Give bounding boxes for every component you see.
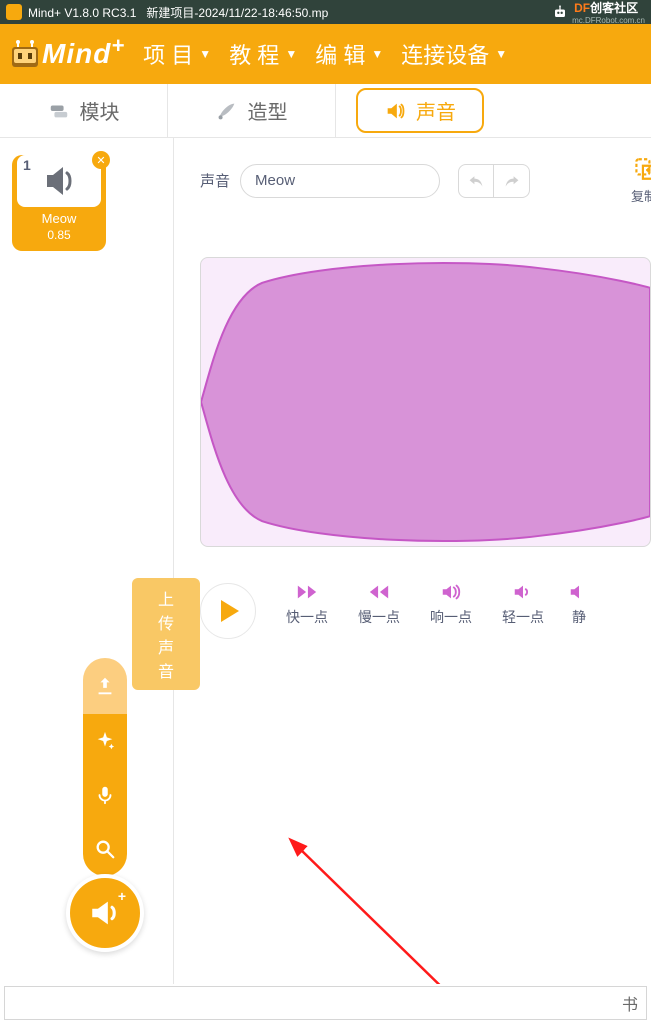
annotation-arrow xyxy=(244,788,524,984)
menu-connect[interactable]: 连接设备 ▼ xyxy=(395,34,513,74)
play-icon xyxy=(221,600,239,622)
upload-sound-button[interactable] xyxy=(83,658,127,714)
status-bar: 书 xyxy=(4,986,647,1020)
logo-icon xyxy=(8,37,42,71)
tab-sounds[interactable]: 声音 xyxy=(336,84,504,137)
softer-label: 轻一点 xyxy=(502,607,544,627)
app-title: Mind+ V1.8.0 RC3.1 新建项目-2024/11/22-18:46… xyxy=(28,4,328,21)
mute-icon xyxy=(568,583,590,601)
editor-tabs: 模块 造型 声音 xyxy=(0,84,651,138)
menu-tutorial[interactable]: 教 程 ▼ xyxy=(223,34,303,74)
faster-button[interactable]: 快一点 xyxy=(286,583,328,627)
play-button[interactable] xyxy=(200,583,256,639)
volume-up-icon xyxy=(440,583,462,601)
caret-down-icon: ▼ xyxy=(199,47,211,61)
menu-project-label: 项 目 xyxy=(143,38,193,70)
faster-label: 快一点 xyxy=(286,607,328,627)
sound-icon xyxy=(384,100,406,122)
undo-button[interactable] xyxy=(458,164,494,198)
sound-name-input[interactable] xyxy=(240,164,440,198)
tab-costumes[interactable]: 造型 xyxy=(168,84,336,137)
robot-icon xyxy=(550,5,570,19)
caret-down-icon: ▼ xyxy=(285,47,297,61)
volume-down-icon xyxy=(512,583,534,601)
sound-thumbnail: 1 xyxy=(17,155,101,207)
surprise-sound-button[interactable] xyxy=(83,714,127,768)
copy-label: 复制 xyxy=(631,186,651,205)
louder-button[interactable]: 响一点 xyxy=(430,583,472,627)
delete-sound-button[interactable]: ✕ xyxy=(92,151,110,169)
fast-forward-icon xyxy=(296,583,318,601)
search-icon xyxy=(94,838,116,860)
slower-button[interactable]: 慢一点 xyxy=(358,583,400,627)
playback-row: 快一点 慢一点 响一点 轻一点 xyxy=(200,583,651,639)
menu-tutorial-label: 教 程 xyxy=(229,38,279,70)
brand-sub: mc.DFRobot.com.cn xyxy=(572,16,645,25)
record-sound-button[interactable] xyxy=(83,768,127,822)
slower-label: 慢一点 xyxy=(358,607,400,627)
sound-duration: 0.85 xyxy=(12,228,106,242)
tab-costumes-label: 造型 xyxy=(248,96,288,125)
menu-bar: Mind + 项 目 ▼ 教 程 ▼ 编 辑 ▼ 连接设备 ▼ xyxy=(0,24,651,84)
blocks-icon xyxy=(48,100,70,122)
redo-button[interactable] xyxy=(494,164,530,198)
undo-icon xyxy=(466,173,486,189)
logo[interactable]: Mind + xyxy=(8,37,125,71)
softer-button[interactable]: 轻一点 xyxy=(502,583,544,627)
search-sound-button[interactable] xyxy=(83,822,127,876)
sound-index: 1 xyxy=(23,157,31,173)
mute-label: 静 xyxy=(572,607,586,627)
app-icon xyxy=(6,4,22,20)
menu-project[interactable]: 项 目 ▼ xyxy=(137,34,217,74)
microphone-icon xyxy=(94,784,116,806)
mute-button[interactable]: 静 xyxy=(568,583,590,627)
caret-down-icon: ▼ xyxy=(495,47,507,61)
tab-blocks[interactable]: 模块 xyxy=(0,84,168,137)
sound-header: 声音 复制 xyxy=(200,156,651,205)
rewind-icon xyxy=(368,583,390,601)
waveform-canvas[interactable] xyxy=(200,257,651,547)
add-sound-fab[interactable]: + xyxy=(66,874,144,952)
menu-edit-label: 编 辑 xyxy=(315,38,365,70)
sparkle-icon xyxy=(94,730,116,752)
sound-card[interactable]: 1 ✕ Meow 0.85 xyxy=(12,155,106,251)
main-area: 1 ✕ Meow 0.85 xyxy=(0,138,651,984)
plus-icon: + xyxy=(118,888,126,904)
tab-sounds-label: 声音 xyxy=(416,96,456,125)
sound-list-pane: 1 ✕ Meow 0.85 xyxy=(0,138,174,984)
copy-tool[interactable]: 复制 xyxy=(631,156,651,205)
brand-prefix: DF xyxy=(574,1,590,15)
upload-tooltip-label: 上传声音 xyxy=(158,592,174,681)
tab-blocks-label: 模块 xyxy=(80,96,120,125)
status-text: 书 xyxy=(622,991,638,1015)
louder-label: 响一点 xyxy=(430,607,472,627)
upload-icon xyxy=(94,675,116,697)
caret-down-icon: ▼ xyxy=(371,47,383,61)
logo-plus: + xyxy=(111,33,125,59)
brush-icon xyxy=(216,100,238,122)
brand-link[interactable]: DF创客社区 mc.DFRobot.com.cn xyxy=(550,0,645,25)
sound-name: Meow xyxy=(12,211,106,226)
copy-icon xyxy=(631,156,651,182)
brand-text: 创客社区 xyxy=(590,1,638,15)
add-sound-tower: + xyxy=(66,658,144,952)
sound-editor-pane: 声音 复制 xyxy=(174,138,651,984)
sound-name-label: 声音 xyxy=(200,170,230,191)
app-name: Mind+ V1.8.0 RC3.1 xyxy=(28,6,136,20)
redo-icon xyxy=(502,173,522,189)
menu-connect-label: 连接设备 xyxy=(401,38,489,70)
project-name: 新建项目-2024/11/22-18:46:50.mp xyxy=(146,6,328,20)
title-bar: Mind+ V1.8.0 RC3.1 新建项目-2024/11/22-18:46… xyxy=(0,0,651,24)
logo-text: Mind xyxy=(42,38,111,70)
menu-edit[interactable]: 编 辑 ▼ xyxy=(309,34,389,74)
